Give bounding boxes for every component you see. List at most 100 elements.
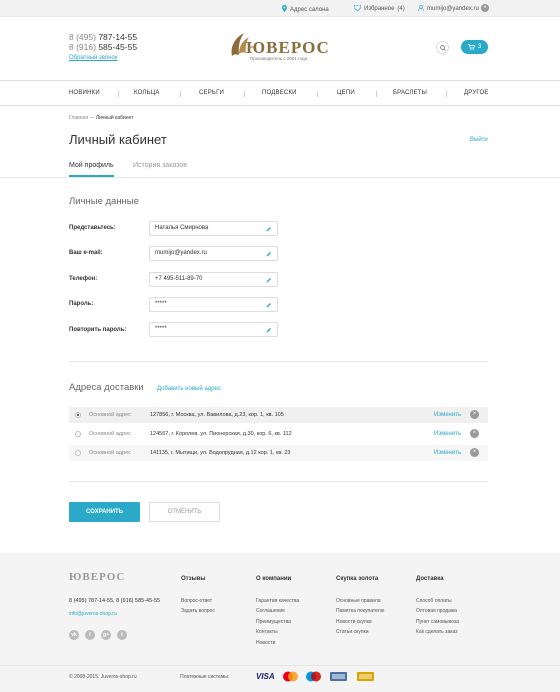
footer-link[interactable]: Новости скупки xyxy=(336,619,372,625)
address-edit-link[interactable]: Изменить xyxy=(434,412,461,418)
add-address-link[interactable]: Добавить новый адрес xyxy=(157,386,221,392)
edit-pencil-icon[interactable] xyxy=(266,226,272,232)
breadcrumb-current: Личный кабинет xyxy=(95,115,134,121)
name-field[interactable]: Наталья Смирнова xyxy=(149,221,278,236)
password-field[interactable]: ***** xyxy=(149,297,278,312)
footer-link[interactable]: Основные правила xyxy=(336,598,381,604)
user-email: mumijo@yandex.ru xyxy=(427,6,479,12)
footer-col-title[interactable]: О компании xyxy=(256,576,291,582)
nav-divider xyxy=(180,91,181,97)
email-field[interactable]: mumijo@yandex.ru xyxy=(149,246,278,261)
tab-my-profile[interactable]: Мой профиль xyxy=(69,162,114,169)
vk-icon[interactable]: vk xyxy=(69,630,79,640)
address-type: Основной адрес xyxy=(89,450,131,456)
address-edit-link[interactable]: Изменить xyxy=(434,450,461,456)
twitter-icon[interactable]: t xyxy=(117,630,127,640)
nav-item-rings[interactable]: КОЛЬЦА xyxy=(134,90,160,96)
cart-count: 3 xyxy=(477,44,482,50)
phone1-number: 787-14-55 xyxy=(98,32,138,42)
nav-item-bracelets[interactable]: БРАСЛЕТЫ xyxy=(393,90,427,96)
footer-link[interactable]: Контакты xyxy=(256,629,278,635)
top-bar: Адрес салона Избранное (4) mumijo@yandex… xyxy=(0,0,560,17)
footer-link[interactable]: Как сделать заказ xyxy=(416,629,458,635)
nav-divider xyxy=(118,91,119,97)
cancel-button[interactable]: ОТМЕНИТЬ xyxy=(149,502,220,522)
nav-item-earrings[interactable]: СЕРЬГИ xyxy=(199,90,224,96)
address-radio[interactable] xyxy=(75,450,81,456)
delete-address-icon[interactable]: × xyxy=(470,429,479,438)
footer-link[interactable]: Статьи скупки xyxy=(336,629,369,635)
repeat-password-value: ***** xyxy=(155,326,167,332)
footer-link[interactable]: Задать вопрос xyxy=(181,608,215,614)
address-row[interactable]: Основной адрес 124567, г. Королев, ул. П… xyxy=(69,426,488,442)
footer-link[interactable]: Оптовая продажа xyxy=(416,608,457,614)
google-plus-icon[interactable]: g+ xyxy=(101,630,111,640)
footer-col-title[interactable]: Доставка xyxy=(416,576,444,582)
payment-system-logo xyxy=(330,672,347,681)
favorites-link[interactable]: Избранное (4) xyxy=(353,4,405,13)
search-button[interactable] xyxy=(436,41,449,54)
facebook-icon[interactable]: f xyxy=(85,630,95,640)
nav-divider xyxy=(244,91,245,97)
footer-link[interactable]: Соглашение xyxy=(256,608,285,614)
nav-divider xyxy=(376,91,377,97)
address-edit-link[interactable]: Изменить xyxy=(434,431,461,437)
footer-link[interactable]: Способ оплаты xyxy=(416,598,452,604)
footer-logo[interactable]: ЮВЕРОС xyxy=(69,571,125,583)
edit-pencil-icon[interactable] xyxy=(266,302,272,308)
address-row[interactable]: Основной адрес 141135, г. Мытищи, ул. Во… xyxy=(69,445,488,461)
payment-system-logo xyxy=(357,672,374,681)
footer-link[interactable]: Вопрос-ответ xyxy=(181,598,212,604)
header-phones: 8 (495) 787-14-55 8 (916) 585-45-55 xyxy=(69,32,138,52)
personal-data-title: Личные данные xyxy=(69,196,139,207)
salon-address-link[interactable]: Адрес салона xyxy=(282,5,329,14)
active-tab-indicator xyxy=(69,175,114,177)
delete-address-icon[interactable]: × xyxy=(470,448,479,457)
mastercard-logo xyxy=(283,671,298,682)
delete-address-icon[interactable]: × xyxy=(470,410,479,419)
breadcrumb-home[interactable]: Главная xyxy=(69,115,88,121)
footer-link[interactable]: Гарантия качества xyxy=(256,598,299,604)
footer-link[interactable]: Преимущества xyxy=(256,619,291,625)
phone-field[interactable]: +7 495-511-89-70 xyxy=(149,272,278,287)
user-account-link[interactable]: mumijo@yandex.ru xyxy=(417,4,479,13)
edit-pencil-icon[interactable] xyxy=(266,251,272,257)
section-divider xyxy=(69,361,488,362)
salon-address-label: Адрес салона xyxy=(290,6,329,13)
nav-divider xyxy=(446,91,447,97)
save-button[interactable]: СОХРАНИТЬ xyxy=(69,502,140,522)
logout-link[interactable]: Выйти xyxy=(470,137,488,143)
repeat-password-field[interactable]: ***** xyxy=(149,322,278,337)
nav-item-pendants[interactable]: ПОДВЕСКИ xyxy=(262,90,297,96)
address-text: 141135, г. Мытищи, ул. Водопрудная, д.12… xyxy=(150,450,291,456)
main-nav: НОВИНКИ КОЛЬЦА СЕРЬГИ ПОДВЕСКИ ЦЕПИ БРАС… xyxy=(0,80,560,106)
footer-email-link[interactable]: info@juveros-shop.ru xyxy=(69,611,117,617)
address-radio[interactable] xyxy=(75,431,81,437)
nav-item-new[interactable]: НОВИНКИ xyxy=(69,90,100,96)
favorites-count: (4) xyxy=(397,6,405,12)
address-type: Основной адрес xyxy=(89,412,131,418)
site-logo[interactable]: ЮВЕРОС Производитель с 2001 года xyxy=(228,32,338,66)
address-row[interactable]: Основной адрес 127856, г. Москва, ул. Ва… xyxy=(69,407,488,423)
page-title: Личный кабинет xyxy=(69,132,167,147)
logout-close-icon[interactable]: × xyxy=(481,4,489,12)
name-value: Наталья Смирнова xyxy=(155,225,209,231)
address-radio[interactable] xyxy=(75,412,81,418)
copyright: © 2008-2015. Juveros-shop.ru xyxy=(69,674,137,680)
footer-link[interactable]: Памятка покупателю xyxy=(336,608,384,614)
footer-col-title[interactable]: Отзывы xyxy=(181,576,206,582)
footer-link[interactable]: Пункт самовывоза xyxy=(416,619,459,625)
edit-pencil-icon[interactable] xyxy=(266,277,272,283)
nav-item-chains[interactable]: ЦЕПИ xyxy=(337,90,355,96)
nav-item-other[interactable]: ДРУГОЕ xyxy=(464,90,489,96)
breadcrumb: Главная — Личный кабинет xyxy=(69,115,133,121)
cart-button[interactable]: 3 xyxy=(461,40,488,54)
tab-order-history[interactable]: История заказов xyxy=(133,162,187,169)
password-label: Пароль: xyxy=(69,301,94,307)
footer-col-title[interactable]: Скупка золота xyxy=(336,576,378,582)
payment-systems-label: Платежные системы: xyxy=(180,674,230,680)
footer-link[interactable]: Новости xyxy=(256,640,275,646)
callback-link[interactable]: Обратный звонок xyxy=(69,55,118,61)
edit-pencil-icon[interactable] xyxy=(266,327,272,333)
location-pin-icon xyxy=(282,5,287,14)
